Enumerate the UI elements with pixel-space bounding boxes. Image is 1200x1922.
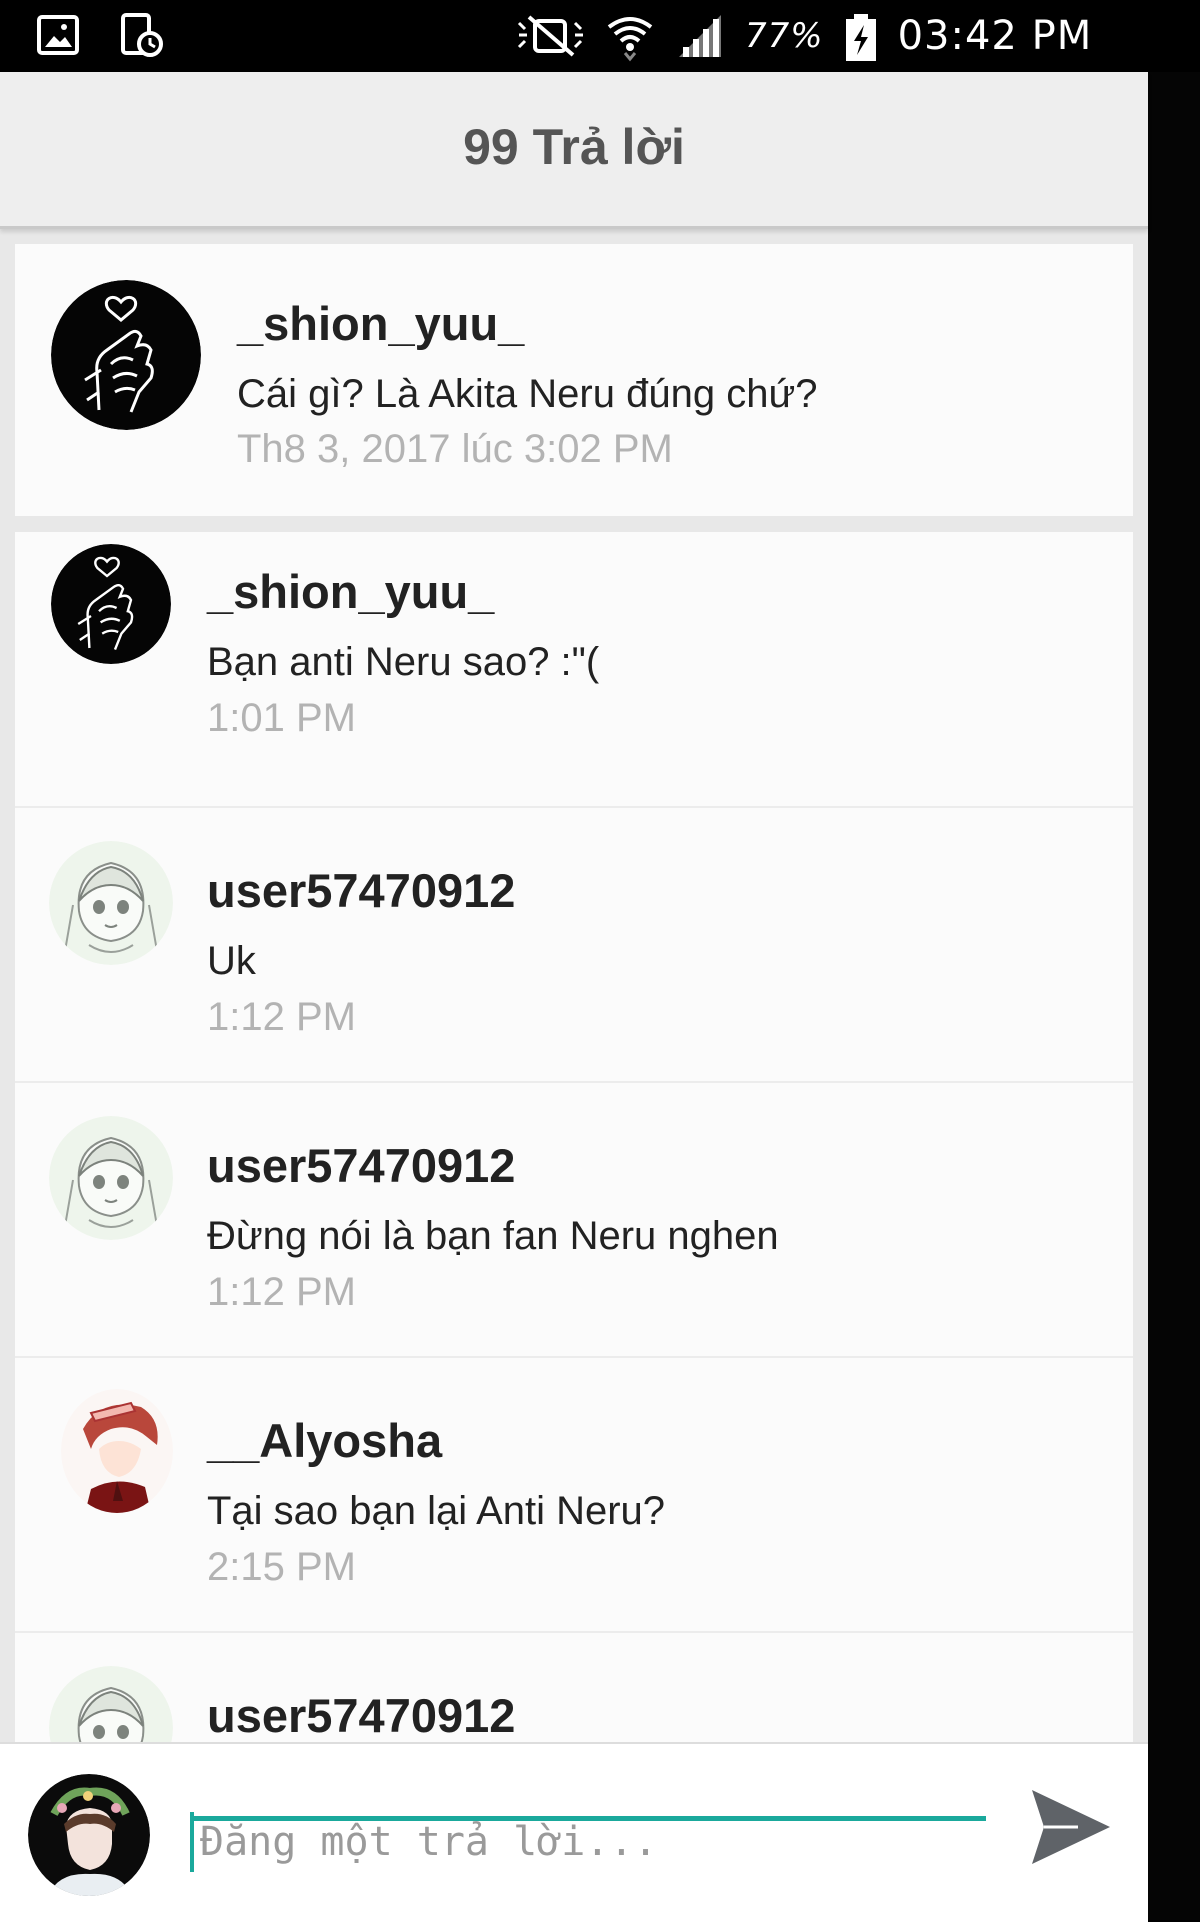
signal-icon (675, 13, 725, 59)
current-user-avatar[interactable] (28, 1774, 150, 1896)
list-item: _shion_yuu_ Bạn anti Neru sao? :"( 1:01 … (15, 532, 1133, 808)
replies-screen: 99 Trả lời _shion_yuu_ Cái gì? Là Akita … (0, 72, 1148, 1922)
wifi-icon (605, 13, 655, 62)
reply-text: Bạn anti Neru sao? :"( (207, 640, 600, 684)
gallery-icon (36, 12, 80, 58)
mute-icon (515, 13, 585, 59)
status-bar: 77% 03:42 PM (0, 0, 1200, 72)
clock-icon (120, 12, 164, 58)
comment-timestamp: Th8 3, 2017 lúc 3:02 PM (237, 427, 673, 471)
battery-charging-icon (844, 13, 878, 61)
heart-hand-avatar[interactable] (51, 280, 201, 430)
original-comment: _shion_yuu_ Cái gì? Là Akita Neru đúng c… (15, 244, 1133, 516)
battery-percent: 77% (745, 16, 824, 56)
heart-hand-avatar[interactable] (51, 544, 171, 664)
anime-girl-avatar[interactable] (49, 841, 173, 965)
reply-input[interactable] (190, 1812, 996, 1872)
comment-text: Cái gì? Là Akita Neru đúng chứ? (237, 372, 818, 416)
reply-username[interactable]: user57470912 (207, 863, 515, 918)
red-hair-boy-avatar[interactable] (61, 1389, 173, 1513)
reply-username[interactable]: __Alyosha (207, 1413, 442, 1468)
replies-header: 99 Trả lời (0, 72, 1148, 229)
reply-timestamp: 1:01 PM (207, 696, 356, 740)
clock-time: 03:42 PM (897, 13, 1093, 59)
list-item: user57470912 Uk 1:12 PM (15, 807, 1133, 1083)
reply-text: Đừng nói là bạn fan Neru nghen (207, 1214, 779, 1258)
reply-text: Tại sao bạn lại Anti Neru? (207, 1489, 666, 1533)
reply-timestamp: 1:12 PM (207, 1270, 356, 1314)
reply-text: Uk (207, 939, 256, 983)
reply-composer (0, 1742, 1148, 1922)
list-item: user57470912 Đừng nói là bạn fan Neru ng… (15, 1082, 1133, 1358)
reply-username[interactable]: user57470912 (207, 1688, 515, 1743)
reply-username[interactable]: user57470912 (207, 1138, 515, 1193)
background-strip (1148, 72, 1200, 1920)
comment-username[interactable]: _shion_yuu_ (237, 296, 524, 351)
input-underline (190, 1816, 986, 1821)
send-button[interactable] (1028, 1784, 1114, 1870)
page-title: 99 Trả lời (463, 119, 685, 175)
send-icon (1032, 1790, 1110, 1864)
reply-timestamp: 1:12 PM (207, 995, 356, 1039)
anime-girl-avatar[interactable] (49, 1116, 173, 1240)
list-item: __Alyosha Tại sao bạn lại Anti Neru? 2:1… (15, 1357, 1133, 1633)
replies-list[interactable]: _shion_yuu_ Bạn anti Neru sao? :"( 1:01 … (15, 532, 1133, 1812)
reply-username[interactable]: _shion_yuu_ (207, 564, 494, 619)
reply-timestamp: 2:15 PM (207, 1545, 356, 1589)
